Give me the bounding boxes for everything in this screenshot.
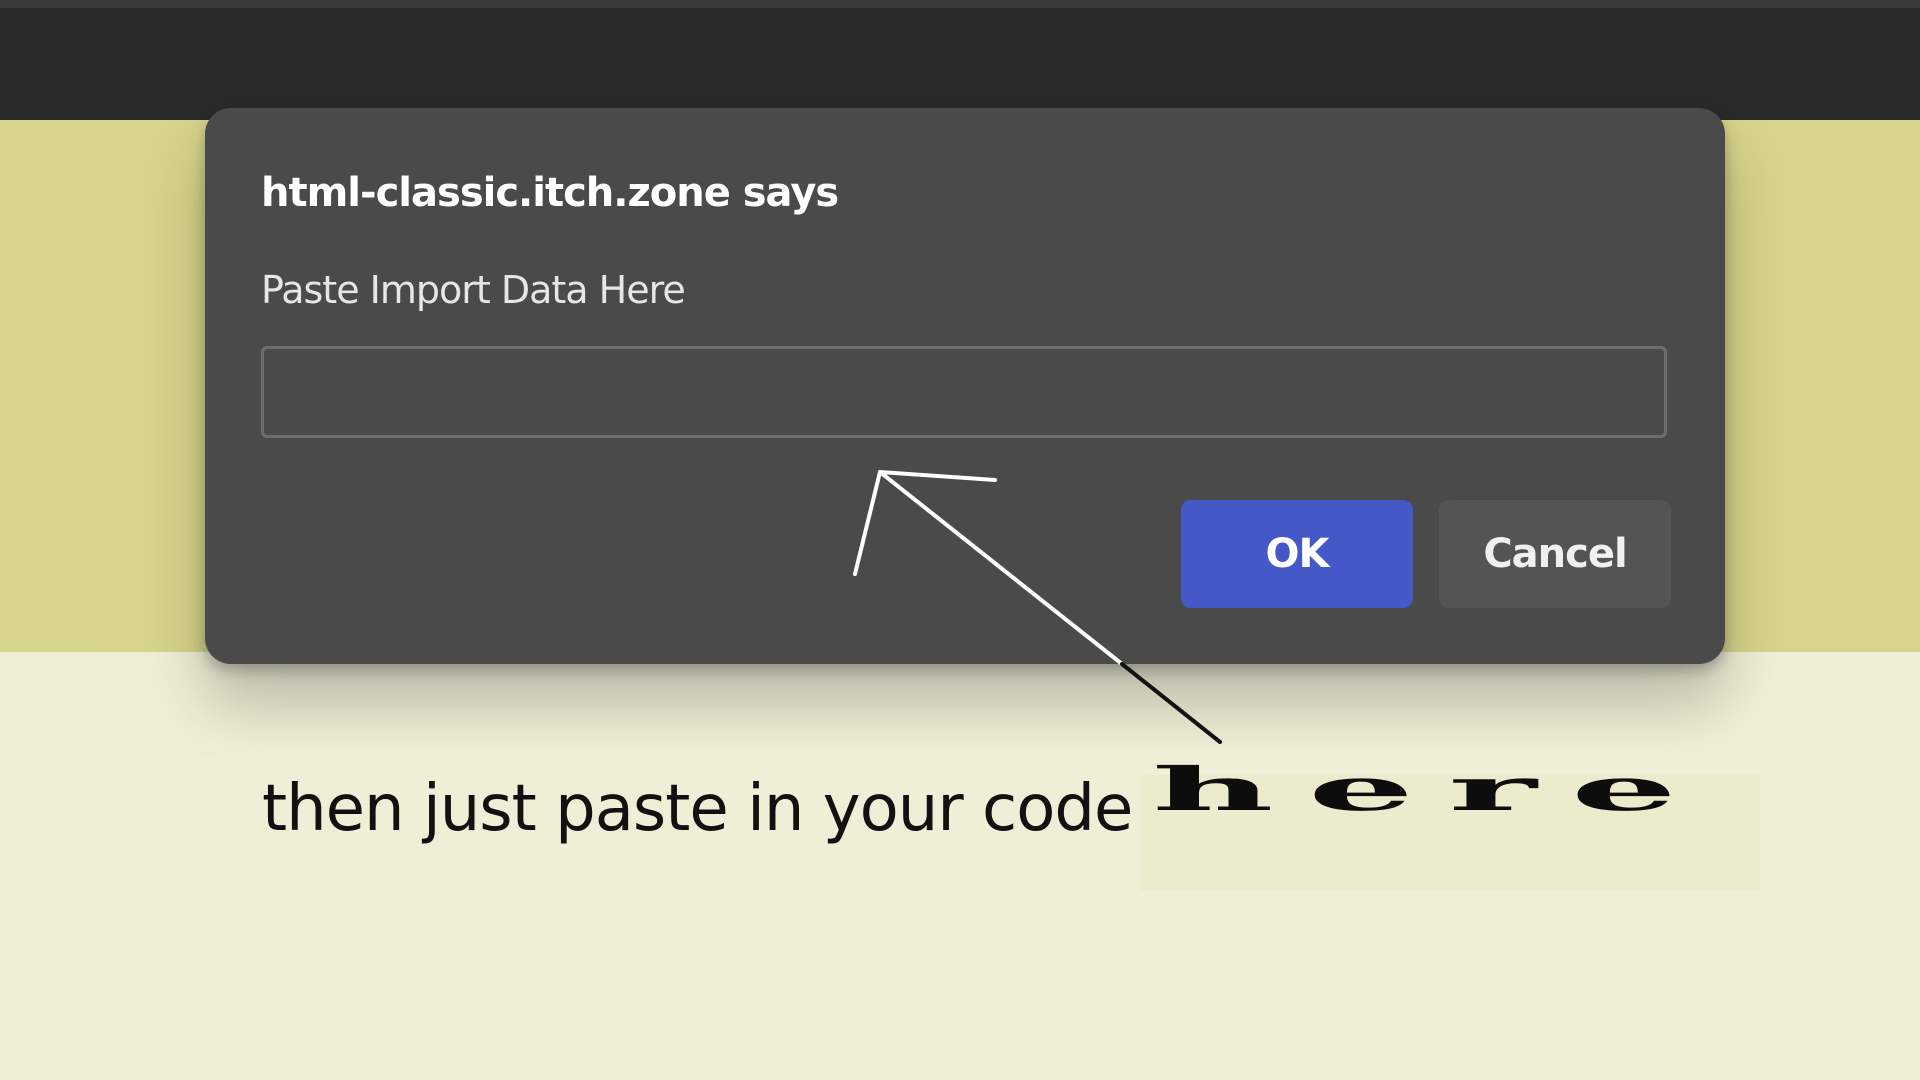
page: html-classic.itch.zone says Paste Import… — [0, 0, 1920, 1080]
ok-button[interactable]: OK — [1181, 500, 1413, 608]
page-background — [0, 652, 240, 1080]
browser-top-bar — [0, 0, 1920, 120]
dialog-message: Paste Import Data Here — [261, 268, 686, 312]
import-data-input[interactable] — [261, 346, 1667, 438]
prompt-dialog: html-classic.itch.zone says Paste Import… — [205, 108, 1725, 664]
dialog-title: html-classic.itch.zone says — [261, 170, 839, 216]
annotation-caption: then just paste in your code — [262, 772, 1133, 846]
arrow-shaft-lower — [1120, 662, 1222, 744]
annotation-emphasis-word: here — [1152, 755, 1712, 825]
cancel-button[interactable]: Cancel — [1439, 500, 1671, 608]
